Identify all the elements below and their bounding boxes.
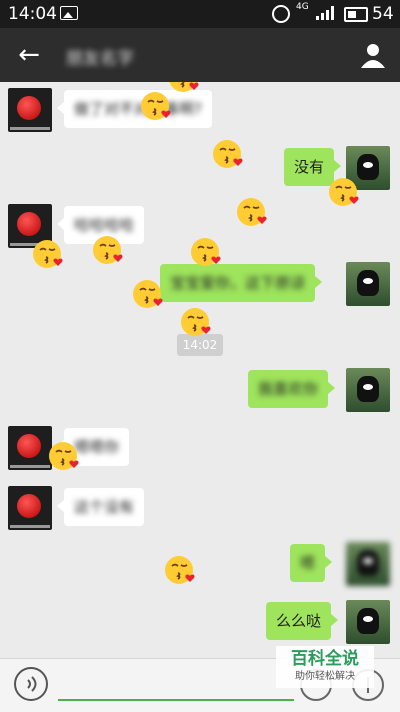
kiss-emoji-icon (190, 236, 222, 268)
message-text: 哈哈哈哈 (74, 216, 135, 234)
chat-header: ← 朋友名字 (0, 28, 400, 82)
contact-avatar[interactable] (8, 486, 52, 530)
kiss-emoji-icon (236, 196, 268, 228)
contact-avatar[interactable] (8, 88, 52, 132)
arrow-left-icon[interactable]: ← (14, 40, 44, 70)
chat-title: 朋友名字 (66, 49, 134, 69)
message-text: 没有 (294, 158, 325, 176)
self-avatar[interactable] (346, 542, 390, 586)
message-text: 嗯嗯你 (74, 438, 120, 456)
kiss-emoji-icon (92, 234, 124, 266)
watermark: 百科全说 助你轻松解决 (276, 646, 374, 688)
person-icon[interactable] (358, 40, 388, 70)
self-avatar[interactable] (346, 368, 390, 412)
status-time: 14:04 (8, 4, 57, 24)
message-bubble-right[interactable]: 没有 (284, 148, 342, 186)
kiss-emoji-icon (32, 238, 64, 270)
message-text: 做了对不对的事啊? (74, 100, 202, 118)
status-bar: 14:04 4G 54 (0, 0, 400, 28)
alarm-icon (272, 5, 290, 23)
kiss-emoji-icon (328, 176, 360, 208)
kiss-emoji-icon (132, 278, 164, 310)
kiss-emoji-icon (212, 138, 244, 170)
message-bubble-right[interactable]: 嗯 (290, 544, 333, 582)
image-icon (60, 6, 78, 20)
kiss-emoji-icon (140, 90, 172, 122)
voice-waves-icon (27, 676, 37, 692)
kiss-emoji-icon (48, 440, 80, 472)
watermark-subtitle: 助你轻松解决 (295, 671, 355, 682)
network-label: 4G (296, 2, 309, 12)
message-input[interactable] (58, 699, 294, 701)
contact-avatar[interactable] (8, 426, 52, 470)
signal-icon (316, 6, 334, 20)
message-bubble-left[interactable]: 做了对不对的事啊? (57, 90, 212, 128)
message-text: 嗯 (300, 554, 316, 572)
battery-icon (344, 7, 368, 22)
message-bubble-right[interactable]: 宝宝爱你，这下原谅 (160, 264, 323, 302)
self-avatar[interactable] (346, 262, 390, 306)
message-text: 我喜欢你 (258, 380, 319, 398)
self-avatar[interactable] (346, 600, 390, 644)
message-text: 宝宝爱你，这下原谅 (170, 274, 306, 292)
message-text: 么么哒 (276, 612, 322, 630)
message-bubble-right[interactable]: 我喜欢你 (248, 370, 336, 408)
kiss-emoji-icon (180, 306, 212, 338)
watermark-title: 百科全说 (291, 649, 359, 669)
battery-percent: 54 (372, 4, 394, 24)
kiss-emoji-icon (164, 554, 196, 586)
chat-area[interactable]: 做了对不对的事啊? 没有 哈哈哈哈 宝宝爱你，这下原谅 14:02 我喜欢你 嗯… (0, 82, 400, 658)
message-bubble-right[interactable]: 么么哒 (266, 602, 339, 640)
message-text: 这个没有 (74, 498, 135, 516)
voice-icon[interactable] (14, 667, 48, 701)
message-bubble-left[interactable]: 这个没有 (56, 488, 145, 526)
kiss-emoji-icon (168, 82, 200, 94)
